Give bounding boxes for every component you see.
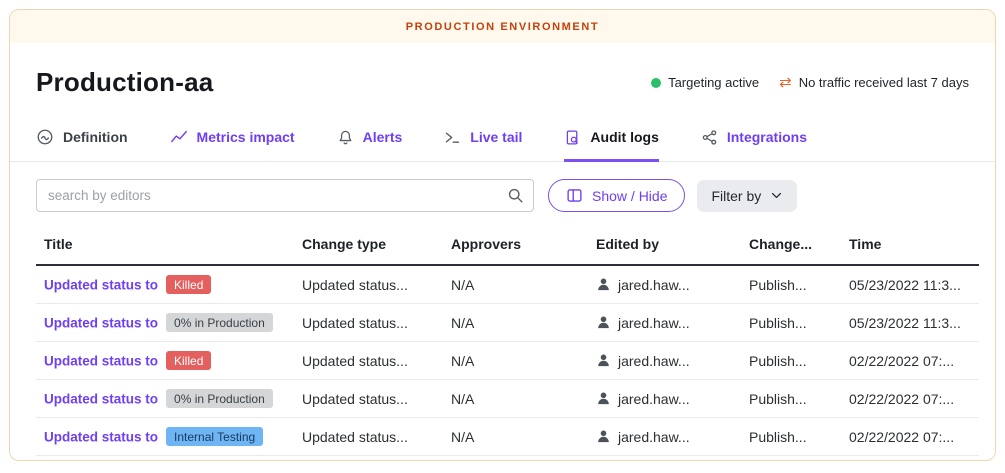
edited-by-cell: jared.haw... <box>618 429 690 445</box>
status-badge: 0% in Production <box>166 313 273 332</box>
filter-by-button[interactable]: Filter by <box>697 180 797 212</box>
tab-metrics-impact-label: Metrics impact <box>197 129 295 145</box>
filter-by-label: Filter by <box>711 188 761 204</box>
change-type-cell: Updated status... <box>294 342 443 380</box>
person-icon <box>596 315 611 330</box>
bell-icon <box>337 129 354 146</box>
change-cell: Publish... <box>741 342 841 380</box>
page-title: Production-aa <box>36 67 213 98</box>
approvers-cell: N/A <box>443 418 588 456</box>
audit-log-table: Title Change type Approvers Edited by Ch… <box>36 226 979 456</box>
time-cell: 02/22/2022 07:... <box>841 342 979 380</box>
column-header-approvers: Approvers <box>443 226 588 265</box>
approvers-cell: N/A <box>443 342 588 380</box>
traffic-status-label: No traffic received last 7 days <box>799 75 969 90</box>
column-header-change-type: Change type <box>294 226 443 265</box>
change-cell: Publish... <box>741 380 841 418</box>
approvers-cell: N/A <box>443 304 588 342</box>
tab-audit-logs-label: Audit logs <box>590 129 658 145</box>
audit-logs-icon <box>564 129 581 146</box>
columns-icon <box>566 187 583 204</box>
definition-icon <box>36 128 54 146</box>
table-row[interactable]: Updated status to 0% in Production Update… <box>36 304 979 342</box>
column-header-change: Change... <box>741 226 841 265</box>
table-row[interactable]: Updated status to Internal Testing Update… <box>36 418 979 456</box>
chevron-down-icon <box>770 189 783 202</box>
production-environment-banner: PRODUCTION ENVIRONMENT <box>10 10 995 43</box>
status-badge: 0% in Production <box>166 389 273 408</box>
tab-audit-logs[interactable]: Audit logs <box>564 128 658 162</box>
green-dot-icon <box>651 78 661 88</box>
row-title-link[interactable]: Updated status to <box>44 430 158 445</box>
terminal-icon <box>444 129 461 146</box>
person-icon <box>596 429 611 444</box>
status-badge: Killed <box>166 275 211 294</box>
tab-alerts[interactable]: Alerts <box>337 128 403 162</box>
status-group: Targeting active ⇄ No traffic received l… <box>651 75 969 90</box>
change-cell: Publish... <box>741 265 841 304</box>
environment-card: PRODUCTION ENVIRONMENT Production-aa Tar… <box>9 9 996 461</box>
change-type-cell: Updated status... <box>294 304 443 342</box>
column-header-time: Time <box>841 226 979 265</box>
edited-by-cell: jared.haw... <box>618 277 690 293</box>
tab-metrics-impact[interactable]: Metrics impact <box>170 128 295 162</box>
change-cell: Publish... <box>741 418 841 456</box>
approvers-cell: N/A <box>443 380 588 418</box>
change-type-cell: Updated status... <box>294 265 443 304</box>
traffic-status: ⇄ No traffic received last 7 days <box>779 75 969 90</box>
row-title-link[interactable]: Updated status to <box>44 278 158 293</box>
table-row[interactable]: Updated status to Killed Updated status..… <box>36 342 979 380</box>
show-hide-button[interactable]: Show / Hide <box>548 179 685 212</box>
column-header-title: Title <box>36 226 294 265</box>
tab-live-tail-label: Live tail <box>470 129 522 145</box>
table-row[interactable]: Updated status to 0% in Production Update… <box>36 380 979 418</box>
tab-definition-label: Definition <box>63 129 128 145</box>
edited-by-cell: jared.haw... <box>618 353 690 369</box>
row-title-link[interactable]: Updated status to <box>44 354 158 369</box>
tab-live-tail[interactable]: Live tail <box>444 128 522 162</box>
integrations-icon <box>701 129 718 146</box>
show-hide-label: Show / Hide <box>592 188 667 204</box>
toolbar: Show / Hide Filter by <box>10 162 995 222</box>
tab-integrations-label: Integrations <box>727 129 807 145</box>
person-icon <box>596 353 611 368</box>
search-icon <box>507 187 524 209</box>
approvers-cell: N/A <box>443 265 588 304</box>
targeting-status-label: Targeting active <box>668 75 759 90</box>
row-title-link[interactable]: Updated status to <box>44 316 158 331</box>
time-cell: 05/23/2022 11:3... <box>841 304 979 342</box>
tab-bar: Definition Metrics impact Alerts Live ta… <box>10 128 995 162</box>
tab-integrations[interactable]: Integrations <box>701 128 807 162</box>
table-header-row: Title Change type Approvers Edited by Ch… <box>36 226 979 265</box>
person-icon <box>596 277 611 292</box>
search-wrapper <box>36 179 534 212</box>
time-cell: 02/22/2022 07:... <box>841 380 979 418</box>
status-badge: Killed <box>166 351 211 370</box>
search-input[interactable] <box>36 179 534 212</box>
column-header-edited-by: Edited by <box>588 226 741 265</box>
metrics-chart-icon <box>170 128 188 146</box>
edited-by-cell: jared.haw... <box>618 391 690 407</box>
row-title-link[interactable]: Updated status to <box>44 392 158 407</box>
page-header: Production-aa Targeting active ⇄ No traf… <box>10 43 995 98</box>
targeting-status: Targeting active <box>651 75 759 90</box>
change-type-cell: Updated status... <box>294 380 443 418</box>
traffic-arrows-icon: ⇄ <box>779 75 792 90</box>
time-cell: 05/23/2022 11:3... <box>841 265 979 304</box>
tab-alerts-label: Alerts <box>363 129 403 145</box>
status-badge: Internal Testing <box>166 427 263 446</box>
tab-definition[interactable]: Definition <box>36 128 128 162</box>
table-row[interactable]: Updated status to Killed Updated status..… <box>36 265 979 304</box>
change-cell: Publish... <box>741 304 841 342</box>
person-icon <box>596 391 611 406</box>
change-type-cell: Updated status... <box>294 418 443 456</box>
edited-by-cell: jared.haw... <box>618 315 690 331</box>
time-cell: 02/22/2022 07:... <box>841 418 979 456</box>
